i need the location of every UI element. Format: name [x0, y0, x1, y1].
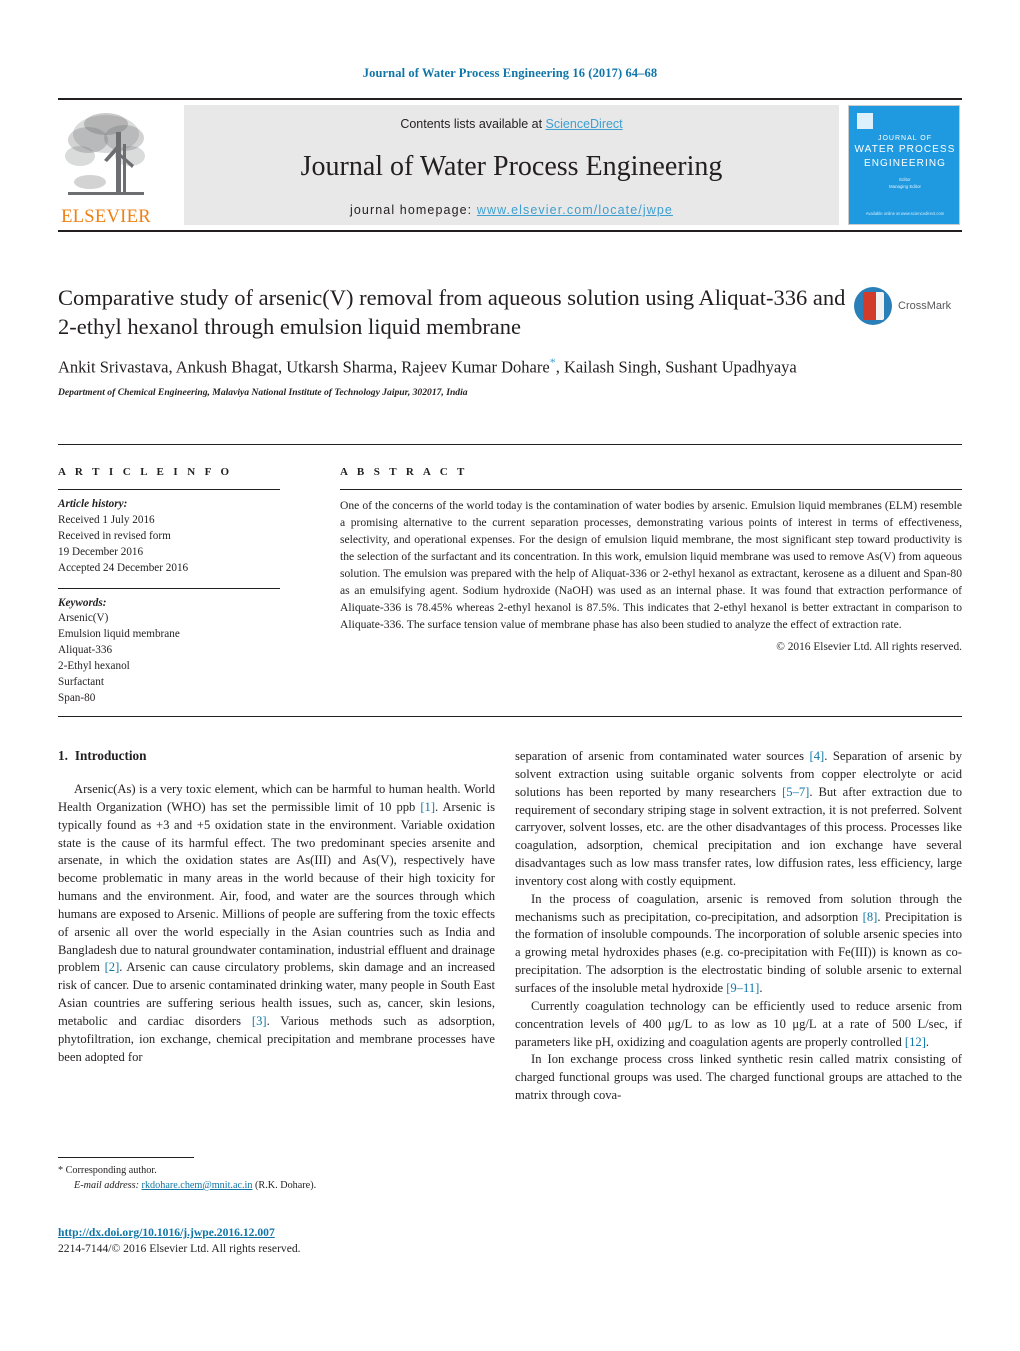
- article-info-rule-1: [58, 489, 280, 490]
- elsevier-tree-icon: [65, 113, 145, 195]
- paragraph-text: Currently coagulation technology can be …: [515, 998, 962, 1049]
- keyword-1: Emulsion liquid membrane: [58, 628, 180, 641]
- cover-emblem-icon: [857, 113, 873, 129]
- paragraph: Currently coagulation technology can be …: [515, 998, 962, 1052]
- section-heading-introduction: 1. Introduction: [58, 748, 495, 764]
- info-section-bottom-rule: [58, 716, 962, 717]
- cover-title: JOURNAL OF WATER PROCESS ENGINEERING: [849, 134, 959, 170]
- info-section-top-rule: [58, 444, 962, 445]
- body-column-right: separation of arsenic from contaminated …: [515, 748, 962, 1105]
- asterisk-marker: *: [58, 1165, 64, 1176]
- doi-link[interactable]: http://dx.doi.org/10.1016/j.jwpe.2016.12…: [58, 1226, 275, 1239]
- citation-link[interactable]: [1]: [420, 800, 435, 814]
- paragraph-text: . Arsenic is typically found as +3 and +…: [58, 799, 495, 975]
- footnote-block: * Corresponding author. E-mail address: …: [58, 1157, 495, 1194]
- abstract-heading: A B S T R A C T: [340, 466, 468, 478]
- journal-homepage-link[interactable]: www.elsevier.com/locate/jwpe: [477, 203, 673, 217]
- history-item-3: Accepted 24 December 2016: [58, 561, 189, 574]
- email-link[interactable]: rkdohare.chem@mnit.ac.in: [142, 1180, 253, 1191]
- elsevier-logo: ELSEVIER: [60, 104, 152, 228]
- contents-available-line: Contents lists available at ScienceDirec…: [184, 117, 839, 131]
- article-history-label: Article history:: [58, 498, 128, 510]
- paragraph: separation of arsenic from contaminated …: [515, 748, 962, 891]
- paragraph: In Ion exchange process cross linked syn…: [515, 1051, 962, 1105]
- keywords-label: Keywords:: [58, 596, 107, 609]
- paragraph-text: . But after extraction due to requiremen…: [515, 784, 963, 888]
- journal-homepage-line: journal homepage: www.elsevier.com/locat…: [184, 203, 839, 217]
- authors-main: Ankit Srivastava, Ankush Bhagat, Utkarsh…: [58, 357, 550, 377]
- citation-link[interactable]: [4]: [810, 749, 825, 763]
- issn-copyright: 2214-7144/© 2016 Elsevier Ltd. All right…: [58, 1242, 301, 1256]
- citation-link[interactable]: [3]: [252, 1014, 267, 1028]
- paragraph-text: separation of arsenic from contaminated …: [515, 749, 810, 763]
- article-title: Comparative study of arsenic(V) removal …: [58, 285, 846, 340]
- corresponding-author-text: Corresponding author.: [65, 1165, 157, 1176]
- authors-tail: , Kailash Singh, Sushant Upadhyaya: [555, 357, 797, 377]
- section-number: 1.: [58, 748, 68, 763]
- history-item-1: Received in revised form: [58, 529, 171, 542]
- paragraph-text: .: [925, 1034, 930, 1049]
- citation-link[interactable]: [2]: [105, 960, 120, 974]
- article-info-rule-2: [58, 587, 280, 589]
- history-item-2: 19 December 2016: [58, 545, 144, 558]
- homepage-prefix: journal homepage:: [350, 203, 477, 217]
- right-paragraphs: separation of arsenic from contaminated …: [515, 748, 962, 1105]
- citation-link[interactable]: [5–7]: [782, 785, 809, 799]
- affiliation: Department of Chemical Engineering, Mala…: [58, 386, 468, 398]
- author-list: Ankit Srivastava, Ankush Bhagat, Utkarsh…: [58, 354, 888, 379]
- body-column-left: 1. Introduction Arsenic(As) is a very tox…: [58, 748, 495, 1067]
- article-history: Article history: Received 1 July 2016 Re…: [58, 497, 308, 577]
- paragraph-text: In Ion exchange process cross linked syn…: [515, 1052, 962, 1103]
- masthead-bottom-rule: [58, 230, 962, 232]
- masthead-top-rule: [58, 98, 962, 100]
- cover-line1: JOURNAL OF: [877, 135, 933, 142]
- title-block: Comparative study of arsenic(V) removal …: [58, 283, 962, 398]
- cover-sub1: Editor: [899, 177, 911, 182]
- cover-line2: WATER PROCESS: [854, 144, 956, 156]
- journal-title: Journal of Water Process Engineering: [300, 151, 723, 182]
- left-paragraphs: Arsenic(As) is a very toxic element, whi…: [58, 781, 495, 1067]
- keyword-3: 2-Ethyl hexanol: [58, 660, 130, 673]
- journal-masthead: ELSEVIER Contents lists available at Sci…: [58, 98, 962, 232]
- keyword-2: Aliquat-336: [58, 644, 113, 657]
- cover-line3: ENGINEERING: [863, 157, 947, 169]
- abstract-text: One of the concerns of the world today i…: [340, 499, 962, 631]
- keywords-block: Keywords: Arsenic(V) Emulsion liquid mem…: [58, 596, 308, 707]
- article-page: Journal of Water Process Engineering 16 …: [0, 0, 1020, 1351]
- citation-link[interactable]: [9–11]: [726, 981, 759, 995]
- citation-link[interactable]: [8]: [863, 910, 878, 924]
- email-owner: (R.K. Dohare).: [255, 1179, 317, 1191]
- crossmark-icon: [854, 287, 892, 325]
- keyword-4: Surfactant: [58, 676, 104, 689]
- paragraph: In the process of coagulation, arsenic i…: [515, 891, 962, 998]
- corresponding-author-note: * Corresponding author.: [58, 1164, 495, 1179]
- cover-footer: Available online at www.sciencedirect.co…: [865, 211, 945, 216]
- section-title: Introduction: [74, 748, 147, 763]
- crossmark-badge-group[interactable]: CrossMark: [854, 287, 958, 327]
- footnote-rule: [58, 1157, 194, 1158]
- contents-prefix: Contents lists available at: [400, 117, 546, 131]
- history-item-0: Received 1 July 2016: [58, 513, 155, 526]
- citation-link[interactable]: [12]: [905, 1035, 926, 1049]
- journal-band: Contents lists available at ScienceDirec…: [184, 105, 839, 225]
- paragraph-text: .: [759, 980, 763, 995]
- abstract-rule: [340, 489, 962, 490]
- journal-cover-thumbnail: JOURNAL OF WATER PROCESS ENGINEERING Edi…: [848, 105, 960, 225]
- abstract-copyright: © 2016 Elsevier Ltd. All rights reserved…: [776, 640, 962, 653]
- page-footer: http://dx.doi.org/10.1016/j.jwpe.2016.12…: [58, 1223, 558, 1258]
- cover-sub2: Managing Editor: [889, 184, 921, 190]
- article-info-column: A R T I C L E I N F O Article history: R…: [58, 466, 308, 707]
- article-info-heading: A R T I C L E I N F O: [58, 466, 233, 478]
- elsevier-wordmark: ELSEVIER: [61, 207, 151, 227]
- email-note: E-mail address: rkdohare.chem@mnit.ac.in…: [58, 1179, 495, 1194]
- running-head: Journal of Water Process Engineering 16 …: [362, 66, 658, 80]
- keyword-0: Arsenic(V): [58, 612, 109, 625]
- sciencedirect-link[interactable]: ScienceDirect: [546, 117, 623, 131]
- crossmark-label: CrossMark: [898, 300, 952, 312]
- keyword-5: Span-80: [58, 691, 96, 704]
- email-label: E-mail address:: [74, 1179, 139, 1191]
- cover-subtitle: Editor Managing Editor: [849, 176, 959, 191]
- paragraph: Arsenic(As) is a very toxic element, whi…: [58, 781, 495, 1067]
- abstract-column: A B S T R A C T One of the concerns of t…: [340, 466, 962, 653]
